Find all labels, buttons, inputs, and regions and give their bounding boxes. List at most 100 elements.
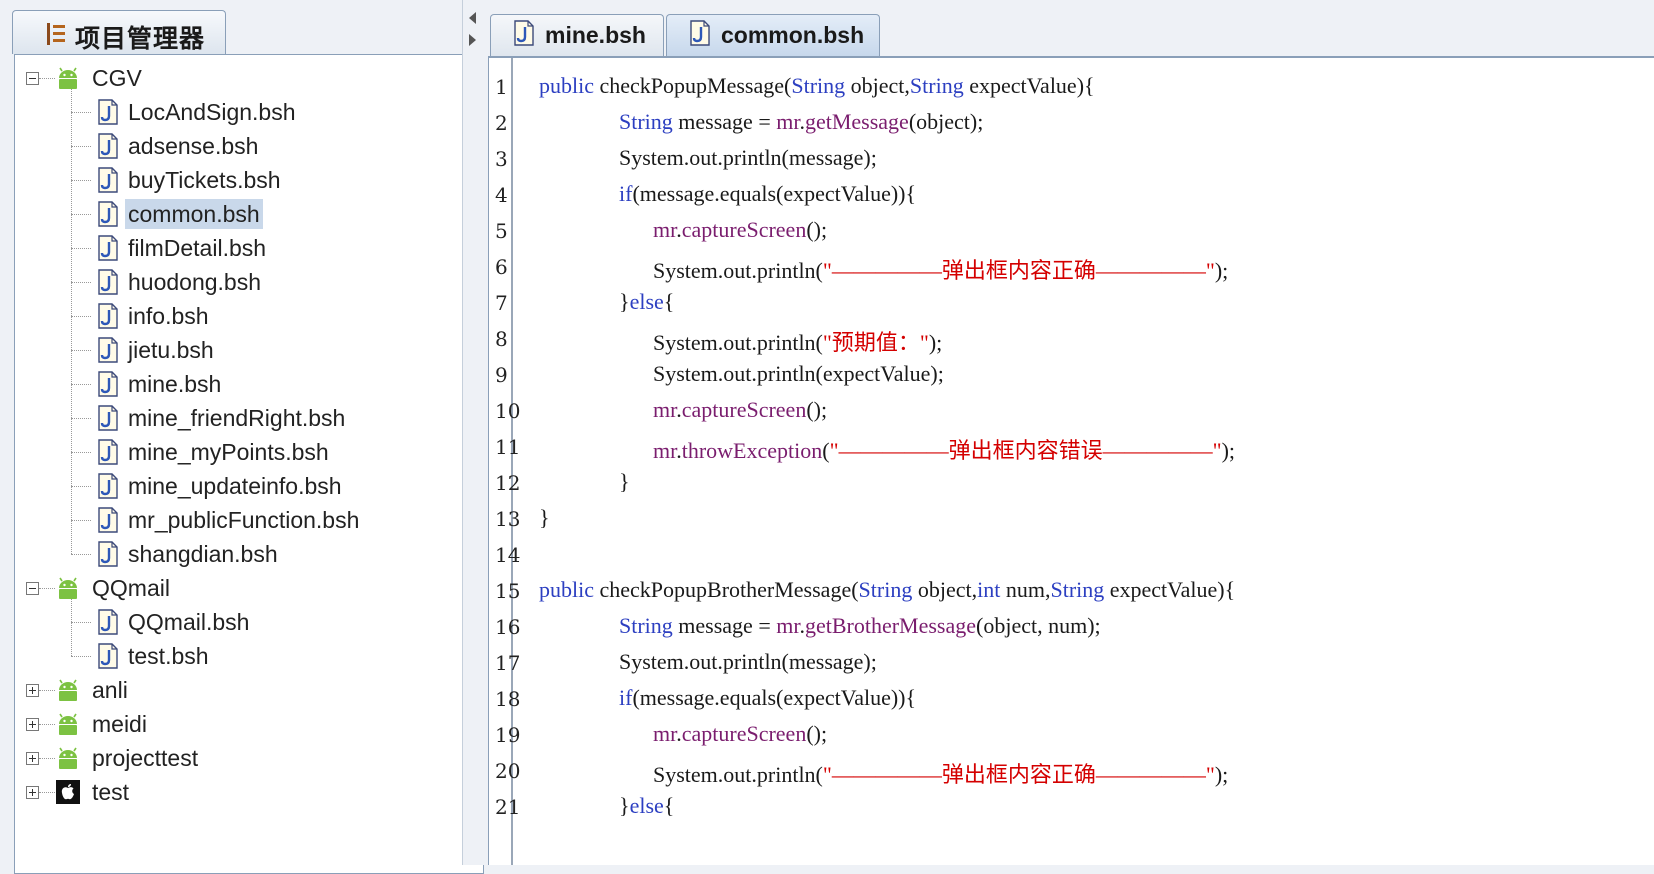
code-token: System.out.println(expectValue);: [653, 361, 944, 386]
code-line[interactable]: 16 String message = mr.getBrotherMessage(…: [489, 610, 1649, 646]
tree-connector: [71, 350, 91, 351]
file-node[interactable]: common.bsh: [97, 197, 263, 231]
file-node[interactable]: filmDetail.bsh: [97, 231, 269, 265]
line-number: 21: [495, 795, 521, 819]
collapse-toggle-icon[interactable]: [26, 582, 39, 595]
file-node[interactable]: huodong.bsh: [97, 265, 264, 299]
file-label: mine_myPoints.bsh: [128, 439, 329, 465]
tree-connector: [71, 316, 91, 317]
expand-toggle-icon[interactable]: [26, 786, 39, 799]
tree-connector: [39, 758, 55, 759]
code-token: String: [619, 613, 673, 638]
file-label: mine.bsh: [128, 371, 222, 397]
expand-toggle-icon[interactable]: [26, 718, 39, 731]
code-line[interactable]: 19 mr.captureScreen();: [489, 718, 1649, 754]
project-node-meidi[interactable]: meidi: [55, 707, 150, 741]
file-node[interactable]: mine.bsh: [97, 367, 224, 401]
panel-splitter[interactable]: [462, 0, 484, 865]
file-node[interactable]: QQmail.bsh: [97, 605, 252, 639]
file-label: common.bsh: [125, 199, 263, 229]
file-node[interactable]: LocAndSign.bsh: [97, 95, 299, 129]
code-line[interactable]: 15 public checkPopupBrotherMessage(String…: [489, 574, 1649, 610]
code-token: captureScreen: [681, 721, 807, 746]
file-node[interactable]: mine_myPoints.bsh: [97, 435, 332, 469]
script-file-icon: [97, 507, 119, 533]
code-line[interactable]: 20 System.out.println("—————弹出框内容正确—————"…: [489, 754, 1649, 790]
code-token: object,: [845, 73, 910, 98]
file-node[interactable]: info.bsh: [97, 299, 212, 333]
file-node[interactable]: adsense.bsh: [97, 129, 261, 163]
expand-toggle-icon[interactable]: [26, 684, 39, 697]
file-node[interactable]: jietu.bsh: [97, 333, 217, 367]
code-line[interactable]: 6 System.out.println("—————弹出框内容正确—————")…: [489, 250, 1649, 286]
editor-tab-common-bsh[interactable]: common.bsh: [666, 14, 880, 56]
code-token: mr: [653, 721, 677, 746]
code-line[interactable]: 12}: [489, 466, 1649, 502]
code-token: else: [629, 793, 664, 818]
code-line[interactable]: 4 if(message.equals(expectValue)){: [489, 178, 1649, 214]
code-token: mr: [653, 217, 677, 242]
project-manager-icon: [45, 22, 67, 51]
script-file-icon: [97, 609, 119, 635]
collapse-toggle-icon[interactable]: [26, 72, 39, 85]
code-line[interactable]: 14: [489, 538, 1649, 574]
script-file-icon: [97, 337, 119, 363]
file-node[interactable]: shangdian.bsh: [97, 537, 281, 571]
tree-connector: [71, 520, 91, 521]
code-editor[interactable]: 1 public checkPopupMessage(String object,…: [488, 56, 1654, 865]
file-node[interactable]: mine_updateinfo.bsh: [97, 469, 345, 503]
expand-toggle-icon[interactable]: [26, 752, 39, 765]
project-node-cgv[interactable]: CGV: [55, 61, 145, 95]
code-line[interactable]: 7}else{: [489, 286, 1649, 322]
file-node[interactable]: buyTickets.bsh: [97, 163, 284, 197]
script-file-icon: [97, 269, 119, 295]
code-text: String message = mr.getMessage(object);: [619, 109, 983, 135]
file-node[interactable]: mine_friendRight.bsh: [97, 401, 348, 435]
editor-tab-label: mine.bsh: [545, 22, 646, 48]
tree-connector: [71, 180, 91, 181]
line-number: 2: [495, 111, 508, 135]
code-text: mr.captureScreen();: [653, 217, 827, 243]
script-file-icon: [513, 20, 535, 51]
script-file-icon: [97, 405, 119, 431]
code-line[interactable]: 8 System.out.println("预期值：");: [489, 322, 1649, 358]
code-line[interactable]: 2 String message = mr.getMessage(object);: [489, 106, 1649, 142]
code-line[interactable]: 3 System.out.println(message);: [489, 142, 1649, 178]
code-line[interactable]: 18 if(message.equals(expectValue)){: [489, 682, 1649, 718]
code-text: String message = mr.getBrotherMessage(ob…: [619, 613, 1101, 639]
code-text: System.out.println(expectValue);: [653, 361, 944, 387]
line-number: 12: [495, 471, 521, 495]
code-line[interactable]: 9 System.out.println(expectValue);: [489, 358, 1649, 394]
code-token: String: [619, 109, 673, 134]
collapse-left-icon[interactable]: [469, 12, 476, 24]
project-node-test[interactable]: test: [55, 775, 132, 809]
file-node[interactable]: mr_publicFunction.bsh: [97, 503, 362, 537]
code-token: "—————弹出框内容错误—————": [829, 438, 1222, 463]
code-line[interactable]: 10 mr.captureScreen();: [489, 394, 1649, 430]
file-node[interactable]: test.bsh: [97, 639, 212, 673]
code-line[interactable]: 1 public checkPopupMessage(String object,…: [489, 70, 1649, 106]
code-token: else: [629, 289, 664, 314]
code-text: System.out.println("预期值：");: [653, 325, 942, 357]
editor-tab-mine-bsh[interactable]: mine.bsh: [490, 14, 664, 56]
collapse-right-icon[interactable]: [469, 34, 476, 46]
code-text: mr.throwException("—————弹出框内容错误—————");: [653, 433, 1235, 465]
code-token: String: [909, 73, 964, 98]
line-number: 9: [495, 363, 508, 387]
project-node-projecttest[interactable]: projecttest: [55, 741, 201, 775]
code-text: System.out.println("—————弹出框内容正确—————");: [653, 253, 1228, 285]
tree-connector: [71, 452, 91, 453]
code-line[interactable]: 11 mr.throwException("—————弹出框内容错误—————")…: [489, 430, 1649, 466]
code-line[interactable]: 17 System.out.println(message);: [489, 646, 1649, 682]
code-token: ();: [806, 721, 828, 746]
code-line[interactable]: 5 mr.captureScreen();: [489, 214, 1649, 250]
script-file-icon: [97, 167, 119, 193]
project-node-qqmail[interactable]: QQmail: [55, 571, 173, 605]
tree-connector: [71, 418, 91, 419]
project-label: meidi: [92, 711, 147, 737]
code-line[interactable]: 21}else{: [489, 790, 1649, 826]
line-number: 8: [495, 327, 508, 351]
project-manager-tab[interactable]: 项目管理器: [12, 10, 226, 54]
code-line[interactable]: 13}: [489, 502, 1649, 538]
project-node-anli[interactable]: anli: [55, 673, 131, 707]
